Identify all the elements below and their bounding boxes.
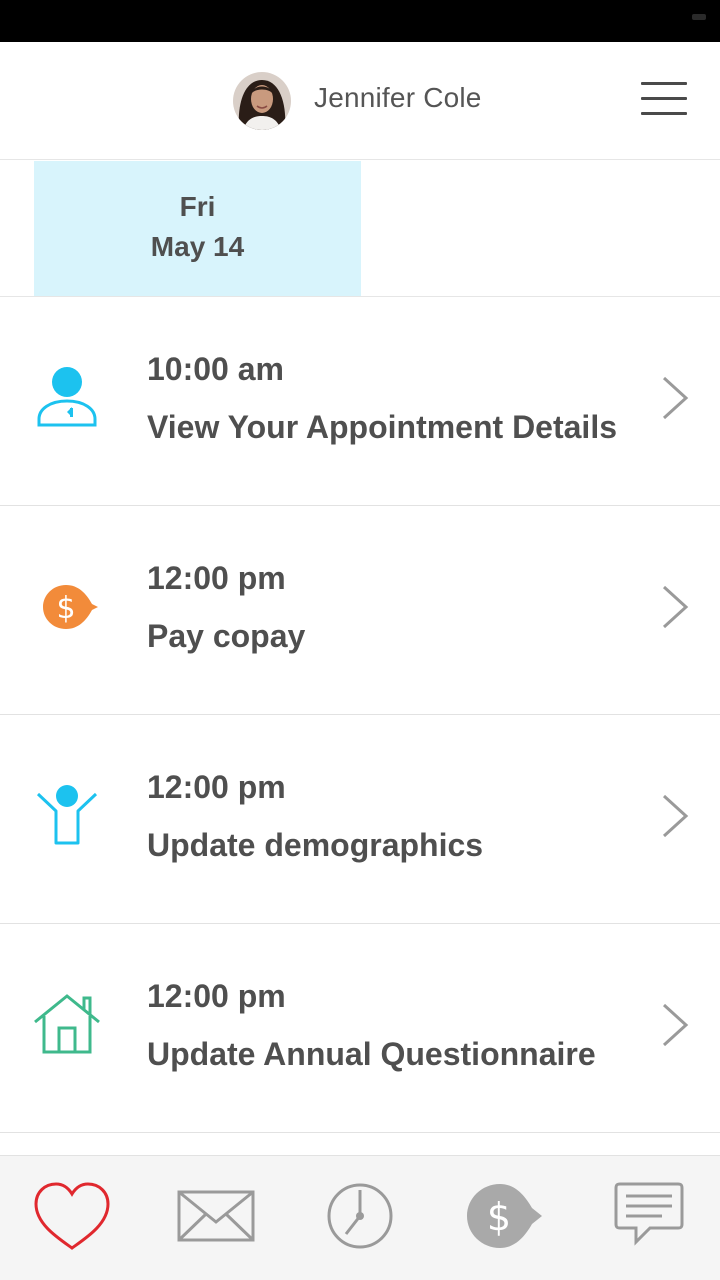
task-time: 12:00 pm [147, 769, 286, 805]
clock-icon [327, 1183, 393, 1249]
chevron-right-icon [660, 584, 690, 630]
hamburger-menu-icon[interactable] [636, 78, 690, 120]
task-label: Update demographics [147, 827, 484, 863]
svg-text:$: $ [56, 591, 75, 626]
dollar-tag-icon: $ [467, 1184, 542, 1248]
user-name: Jennifer Cole [314, 82, 482, 113]
chevron-right-icon [660, 375, 690, 421]
person-arms-up-icon [32, 781, 102, 851]
tab-mail[interactable] [174, 1178, 258, 1258]
task-label: Pay copay [147, 618, 306, 654]
tab-chat[interactable] [606, 1178, 690, 1258]
task-item-copay[interactable]: $ 12:00 pm Pay copay [0, 506, 720, 715]
date-date: May 14 [150, 231, 245, 262]
mail-icon [177, 1190, 255, 1242]
date-tab-selected[interactable]: Fri May 14 [34, 161, 361, 296]
task-item-appointment[interactable]: 10:00 am View Your Appointment Details [0, 297, 720, 506]
task-item-questionnaire[interactable]: 12:00 pm Update Annual Questionnaire [0, 924, 720, 1133]
task-label: Update Annual Questionnaire [147, 1036, 596, 1072]
tab-billing[interactable]: $ [462, 1178, 546, 1258]
status-indicator [692, 14, 706, 20]
avatar[interactable] [233, 72, 291, 130]
chevron-right-icon [660, 1002, 690, 1048]
status-bar [0, 0, 720, 42]
heart-icon [34, 1182, 110, 1250]
task-time: 12:00 pm [147, 978, 286, 1014]
dollar-tag-icon: $ [32, 572, 102, 642]
task-item-demographics[interactable]: 12:00 pm Update demographics [0, 715, 720, 924]
tab-heart[interactable] [30, 1178, 114, 1258]
doctor-icon [32, 363, 102, 433]
task-time: 10:00 am [147, 351, 284, 387]
house-icon [32, 990, 102, 1060]
svg-text:$: $ [487, 1195, 511, 1239]
chevron-right-icon [660, 793, 690, 839]
date-day: Fri [179, 191, 216, 222]
date-strip: Fri May 14 [0, 161, 720, 297]
task-list: 10:00 am View Your Appointment Details $… [0, 297, 720, 1133]
chat-icon [614, 1182, 684, 1246]
tab-clock[interactable] [318, 1178, 402, 1258]
task-label: View Your Appointment Details [147, 409, 617, 445]
app-header: Jennifer Cole [0, 42, 720, 160]
bottom-tab-bar: $ [0, 1155, 720, 1280]
task-time: 12:00 pm [147, 560, 286, 596]
